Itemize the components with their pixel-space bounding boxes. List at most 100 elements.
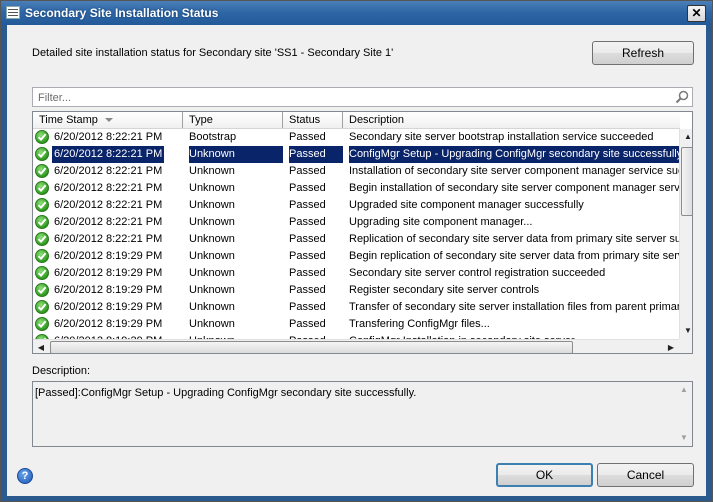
window-title: Secondary Site Installation Status bbox=[25, 6, 219, 20]
time-stamp-cell: 6/20/2012 8:22:21 PM bbox=[33, 163, 183, 180]
type-cell: Unknown bbox=[189, 233, 235, 245]
dialog-body: Detailed site installation status for Se… bbox=[7, 25, 706, 496]
description-box[interactable]: [Passed]:ConfigMgr Setup - Upgrading Con… bbox=[32, 381, 693, 447]
status-cell: Passed bbox=[289, 182, 326, 194]
scroll-up-arrow-icon[interactable]: ▲ bbox=[680, 129, 692, 145]
table-row[interactable]: 6/20/2012 8:19:29 PM Unknown Passed Registe… bbox=[33, 282, 680, 299]
green-check-icon bbox=[35, 215, 49, 229]
description-cell: Secondary site server bootstrap installa… bbox=[349, 131, 654, 143]
green-check-icon bbox=[35, 317, 49, 331]
dialog-window: Secondary Site Installation Status ✕ Det… bbox=[0, 0, 713, 502]
status-cell: Passed bbox=[289, 233, 326, 245]
scroll-down-arrow-icon[interactable]: ▼ bbox=[680, 323, 692, 339]
description-cell: Transfering ConfigMgr files... bbox=[349, 318, 490, 330]
ok-button[interactable]: OK bbox=[496, 463, 593, 487]
column-header-type[interactable]: Type bbox=[183, 112, 283, 128]
time-stamp-cell: 6/20/2012 8:22:21 PM bbox=[33, 146, 183, 163]
refresh-button[interactable]: Refresh bbox=[592, 41, 694, 65]
status-cell: Passed bbox=[289, 131, 326, 143]
type-cell: Unknown bbox=[189, 284, 235, 296]
description-cell: Upgraded site component manager successf… bbox=[349, 199, 584, 211]
description-scrollbar[interactable]: ▲ ▼ bbox=[676, 382, 692, 446]
type-cell: Unknown bbox=[189, 216, 235, 228]
status-cell: Passed bbox=[289, 301, 326, 313]
description-cell: Installation of secondary site server co… bbox=[349, 165, 680, 177]
status-cell: Passed bbox=[289, 146, 343, 163]
time-stamp-text: 6/20/2012 8:22:21 PM bbox=[54, 216, 163, 228]
status-cell: Passed bbox=[289, 267, 326, 279]
horizontal-scroll-thumb[interactable] bbox=[50, 341, 573, 353]
table-row[interactable]: 6/20/2012 8:22:21 PM Unknown Passed Install… bbox=[33, 163, 680, 180]
time-stamp-text: 6/20/2012 8:22:21 PM bbox=[52, 146, 165, 163]
table-row[interactable]: 6/20/2012 8:19:29 PM Unknown Passed Begin r… bbox=[33, 248, 680, 265]
description-text: [Passed]:ConfigMgr Setup - Upgrading Con… bbox=[35, 387, 417, 399]
description-cell: Upgrading site component manager... bbox=[349, 216, 533, 228]
scroll-corner bbox=[679, 339, 692, 353]
description-scroll-down-icon[interactable]: ▼ bbox=[676, 430, 692, 446]
table-row[interactable]: 6/20/2012 8:22:21 PM Unknown Passed Upgrade… bbox=[33, 197, 680, 214]
time-stamp-text: 6/20/2012 8:22:21 PM bbox=[54, 165, 163, 177]
table-row[interactable]: 6/20/2012 8:22:21 PM Bootstrap Passed Secon… bbox=[33, 129, 680, 146]
type-cell: Unknown bbox=[189, 301, 235, 313]
description-scroll-up-icon[interactable]: ▲ bbox=[676, 382, 692, 398]
column-header-time-stamp[interactable]: Time Stamp bbox=[33, 112, 183, 128]
search-icon bbox=[675, 90, 689, 104]
green-check-icon bbox=[35, 198, 49, 212]
type-cell: Unknown bbox=[189, 199, 235, 211]
type-cell: Bootstrap bbox=[189, 131, 237, 143]
time-stamp-text: 6/20/2012 8:19:29 PM bbox=[54, 318, 163, 330]
table-row[interactable]: 6/20/2012 8:19:29 PM Unknown Passed Transfe… bbox=[33, 299, 680, 316]
vertical-scrollbar[interactable]: ▲ ▼ bbox=[679, 129, 692, 353]
description-cell: Secondary site server control registrati… bbox=[349, 267, 606, 279]
description-cell: Register secondary site server controls bbox=[349, 284, 540, 296]
horizontal-scrollbar[interactable]: ◀ ▶ bbox=[33, 339, 679, 353]
green-check-icon bbox=[35, 147, 49, 161]
green-check-icon bbox=[35, 300, 49, 314]
description-cell: Replication of secondary site server dat… bbox=[349, 233, 680, 245]
status-cell: Passed bbox=[289, 250, 326, 262]
title-bar[interactable]: Secondary Site Installation Status ✕ bbox=[1, 1, 712, 25]
column-header-description[interactable]: Description bbox=[343, 112, 680, 128]
filter-box[interactable] bbox=[32, 87, 693, 107]
time-stamp-cell: 6/20/2012 8:22:21 PM bbox=[33, 197, 183, 214]
help-icon[interactable]: ? bbox=[17, 468, 33, 484]
time-stamp-cell: 6/20/2012 8:19:29 PM bbox=[33, 282, 183, 299]
description-cell: Transfer of secondary site server instal… bbox=[349, 301, 680, 313]
type-cell: Unknown bbox=[189, 165, 235, 177]
list-header: Time Stamp Type Status Description bbox=[33, 112, 680, 129]
time-stamp-text: 6/20/2012 8:19:29 PM bbox=[54, 250, 163, 262]
table-row[interactable]: 6/20/2012 8:22:21 PM Unknown Passed Begin i… bbox=[33, 180, 680, 197]
table-row[interactable]: 6/20/2012 8:22:21 PM Unknown Passed ConfigM… bbox=[33, 146, 680, 163]
time-stamp-cell: 6/20/2012 8:19:29 PM bbox=[33, 316, 183, 333]
table-row[interactable]: 6/20/2012 8:22:21 PM Unknown Passed Upgradi… bbox=[33, 214, 680, 231]
time-stamp-text: 6/20/2012 8:22:21 PM bbox=[54, 199, 163, 211]
scroll-right-arrow-icon[interactable]: ▶ bbox=[663, 340, 679, 353]
window-icon bbox=[6, 6, 20, 19]
description-cell: Begin replication of secondary site serv… bbox=[349, 250, 680, 262]
close-button[interactable]: ✕ bbox=[687, 5, 706, 22]
status-list[interactable]: Time Stamp Type Status Description 6/20/… bbox=[32, 111, 693, 354]
green-check-icon bbox=[35, 164, 49, 178]
time-stamp-cell: 6/20/2012 8:22:21 PM bbox=[33, 231, 183, 248]
time-stamp-text: 6/20/2012 8:22:21 PM bbox=[54, 233, 163, 245]
filter-input[interactable] bbox=[36, 90, 660, 106]
table-row[interactable]: 6/20/2012 8:22:21 PM Unknown Passed Replica… bbox=[33, 231, 680, 248]
cancel-button[interactable]: Cancel bbox=[597, 463, 694, 487]
time-stamp-cell: 6/20/2012 8:22:21 PM bbox=[33, 180, 183, 197]
scroll-left-arrow-icon[interactable]: ◀ bbox=[33, 340, 49, 353]
green-check-icon bbox=[35, 283, 49, 297]
table-row[interactable]: 6/20/2012 8:19:29 PM Unknown Passed Seconda… bbox=[33, 265, 680, 282]
green-check-icon bbox=[35, 232, 49, 246]
time-stamp-text: 6/20/2012 8:19:29 PM bbox=[54, 301, 163, 313]
column-header-status[interactable]: Status bbox=[283, 112, 343, 128]
status-cell: Passed bbox=[289, 318, 326, 330]
type-cell: Unknown bbox=[189, 146, 283, 163]
type-cell: Unknown bbox=[189, 182, 235, 194]
vertical-scroll-thumb[interactable] bbox=[681, 147, 692, 216]
time-stamp-text: 6/20/2012 8:22:21 PM bbox=[54, 131, 163, 143]
status-cell: Passed bbox=[289, 216, 326, 228]
status-cell: Passed bbox=[289, 165, 326, 177]
table-row[interactable]: 6/20/2012 8:19:29 PM Unknown Passed Transfe… bbox=[33, 316, 680, 333]
time-stamp-cell: 6/20/2012 8:19:29 PM bbox=[33, 248, 183, 265]
time-stamp-text: 6/20/2012 8:19:29 PM bbox=[54, 284, 163, 296]
